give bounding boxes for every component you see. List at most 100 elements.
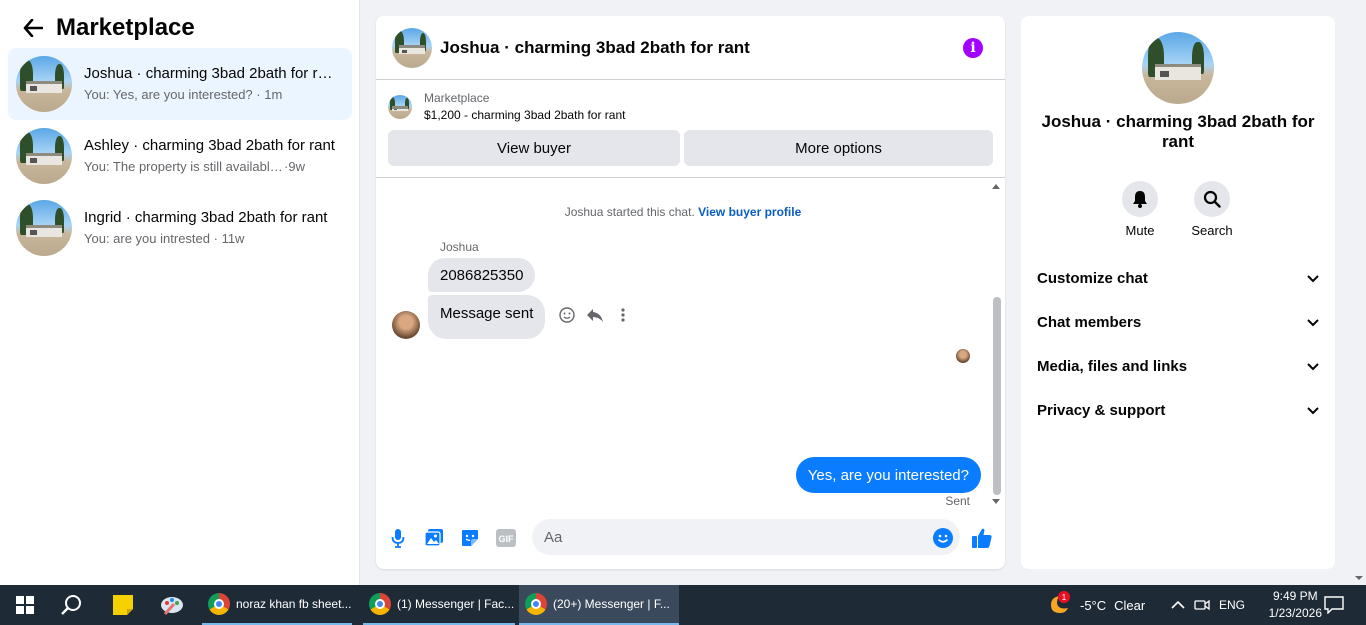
- weather-widget[interactable]: 1 -5°C Clear: [1046, 585, 1145, 625]
- more-options-button[interactable]: More options: [684, 130, 993, 166]
- incoming-message[interactable]: Message sent: [428, 295, 546, 339]
- search-label: Search: [1191, 223, 1233, 238]
- react-emoji-icon[interactable]: [558, 306, 576, 324]
- taskbar-app-messenger-1[interactable]: (1) Messenger | Fac...: [363, 585, 515, 625]
- listing-avatar: [16, 200, 72, 256]
- weather-badge: 1: [1058, 591, 1070, 603]
- scroll-down-arrow-icon[interactable]: [992, 499, 1000, 504]
- chevron-down-icon: [1307, 270, 1319, 287]
- customize-chat-section[interactable]: Customize chat: [1037, 256, 1319, 300]
- search-icon: [1194, 181, 1230, 217]
- chevron-down-icon: [1307, 402, 1319, 419]
- windows-taskbar: noraz khan fb sheet... (1) Messenger | F…: [0, 585, 1366, 625]
- weather-condition: Clear: [1114, 597, 1146, 613]
- more-vertical-icon[interactable]: [614, 306, 632, 324]
- sticker-icon[interactable]: [459, 527, 481, 549]
- chat-header: Joshua · charming 3bad 2bath for rant i: [376, 16, 1005, 80]
- language-indicator[interactable]: ENG: [1219, 585, 1245, 625]
- incoming-message[interactable]: 2086825350: [428, 258, 536, 292]
- chevron-down-icon: [1307, 358, 1319, 375]
- chevron-down-icon: [1307, 314, 1319, 331]
- scroll-up-arrow-icon[interactable]: [992, 184, 1000, 189]
- chat-avatar[interactable]: [392, 27, 432, 68]
- paint-app-icon[interactable]: [160, 593, 184, 617]
- gif-icon[interactable]: GIF: [495, 527, 517, 549]
- taskbar-app-label: noraz khan fb sheet...: [236, 597, 352, 611]
- search-icon[interactable]: [60, 593, 84, 617]
- message-composer: GIF: [376, 513, 1005, 569]
- system-message: Joshua started this chat. View buyer pro…: [564, 205, 802, 219]
- emoji-icon[interactable]: [932, 527, 954, 549]
- like-thumb-icon[interactable]: [971, 527, 993, 549]
- conversation-item-ingrid[interactable]: Ingrid · charming 3bad 2bath for rant Yo…: [8, 192, 352, 264]
- privacy-support-section[interactable]: Privacy & support: [1037, 388, 1319, 432]
- bell-icon: [1122, 181, 1158, 217]
- taskbar-app-label: (20+) Messenger | F...: [553, 597, 670, 611]
- chat-scrollbar[interactable]: [991, 182, 1001, 508]
- language-label: ENG: [1219, 598, 1246, 612]
- taskbar-app-messenger-2[interactable]: (20+) Messenger | F...: [519, 585, 679, 625]
- chat-panel: Joshua · charming 3bad 2bath for rant i …: [376, 16, 1005, 569]
- clock-date: 1/23/2026: [1268, 606, 1322, 620]
- sticky-notes-icon[interactable]: [111, 593, 135, 617]
- listing-thumbnail: [388, 95, 412, 119]
- reply-icon[interactable]: [586, 306, 604, 324]
- photo-icon[interactable]: [423, 527, 445, 549]
- scroll-thumb[interactable]: [993, 297, 1001, 495]
- section-label: Chat members: [1037, 313, 1142, 331]
- view-buyer-button[interactable]: View buyer: [388, 130, 680, 166]
- windows-start-icon[interactable]: [13, 593, 37, 617]
- conversation-list-panel: Marketplace Joshua · charming 3bad 2bath…: [0, 0, 360, 585]
- chrome-icon: [369, 593, 391, 615]
- conversation-name: Ashley · charming 3bad 2bath for rant: [84, 137, 335, 154]
- back-arrow-icon[interactable]: [20, 15, 46, 41]
- conversation-preview: You: The property is still available. If…: [84, 159, 305, 174]
- media-files-links-section[interactable]: Media, files and links: [1037, 344, 1319, 388]
- info-icon[interactable]: i: [963, 38, 983, 58]
- conversation-name: Ingrid · charming 3bad 2bath for rant: [84, 209, 328, 226]
- message-thread: Joshua started this chat. View buyer pro…: [376, 178, 1005, 508]
- chat-members-section[interactable]: Chat members: [1037, 300, 1319, 344]
- clock-time: 9:49 PM: [1272, 589, 1318, 603]
- temperature: -5°C: [1080, 597, 1107, 613]
- microphone-icon[interactable]: [387, 527, 409, 549]
- chat-title[interactable]: Joshua · charming 3bad 2bath for rant: [440, 38, 750, 58]
- system-clock[interactable]: 9:49 PM 1/23/2026: [1269, 588, 1322, 622]
- listing-avatar: [16, 56, 72, 112]
- conversation-preview: You: Yes, are you interested? · 1m: [84, 87, 283, 102]
- listing-price-title[interactable]: $1,200 - charming 3bad 2bath for rant: [424, 106, 625, 124]
- section-label: Privacy & support: [1037, 401, 1166, 419]
- outgoing-message[interactable]: Yes, are you interested?: [795, 457, 981, 493]
- message-actions: [558, 306, 632, 324]
- chat-details-panel: Joshua · charming 3bad 2bath for rant Mu…: [1021, 16, 1335, 569]
- conversation-item-joshua[interactable]: Joshua · charming 3bad 2bath for rant Yo…: [8, 48, 352, 120]
- listing-avatar: [16, 128, 72, 184]
- conversation-item-ashley[interactable]: Ashley · charming 3bad 2bath for rant Yo…: [8, 120, 352, 192]
- mute-label: Mute: [1125, 223, 1155, 238]
- taskbar-app-label: (1) Messenger | Fac...: [397, 597, 515, 611]
- message-input[interactable]: [532, 519, 960, 555]
- weather-moon-icon: 1: [1046, 591, 1072, 617]
- search-button[interactable]: Search: [1182, 181, 1242, 238]
- conversation-name: Joshua · charming 3bad 2bath for rant: [84, 65, 338, 82]
- details-avatar[interactable]: [1142, 32, 1214, 104]
- taskbar-app-chrome-sheet[interactable]: noraz khan fb sheet...: [202, 585, 352, 625]
- sender-avatar[interactable]: [392, 311, 420, 339]
- chevron-up-icon[interactable]: [1166, 593, 1190, 617]
- conversation-preview: You: are you intrested · 11w: [84, 231, 245, 246]
- meet-now-icon[interactable]: [1190, 593, 1214, 617]
- marketplace-label: Marketplace: [424, 91, 490, 105]
- sent-status: Sent: [945, 494, 970, 508]
- page-scroll-down-arrow-icon[interactable]: [1352, 570, 1366, 585]
- chrome-icon: [208, 593, 230, 615]
- section-label: Media, files and links: [1037, 357, 1188, 375]
- marketplace-listing-banner: Marketplace $1,200 - charming 3bad 2bath…: [376, 80, 1005, 178]
- chrome-icon: [525, 593, 547, 615]
- mute-button[interactable]: Mute: [1110, 181, 1170, 238]
- seen-avatar: [956, 349, 970, 363]
- notification-icon[interactable]: [1322, 593, 1346, 617]
- sender-name: Joshua: [440, 240, 479, 254]
- details-name: Joshua · charming 3bad 2bath for rant: [1041, 112, 1315, 151]
- page-title: Marketplace: [56, 14, 195, 41]
- view-buyer-profile-link[interactable]: View buyer profile: [698, 205, 801, 219]
